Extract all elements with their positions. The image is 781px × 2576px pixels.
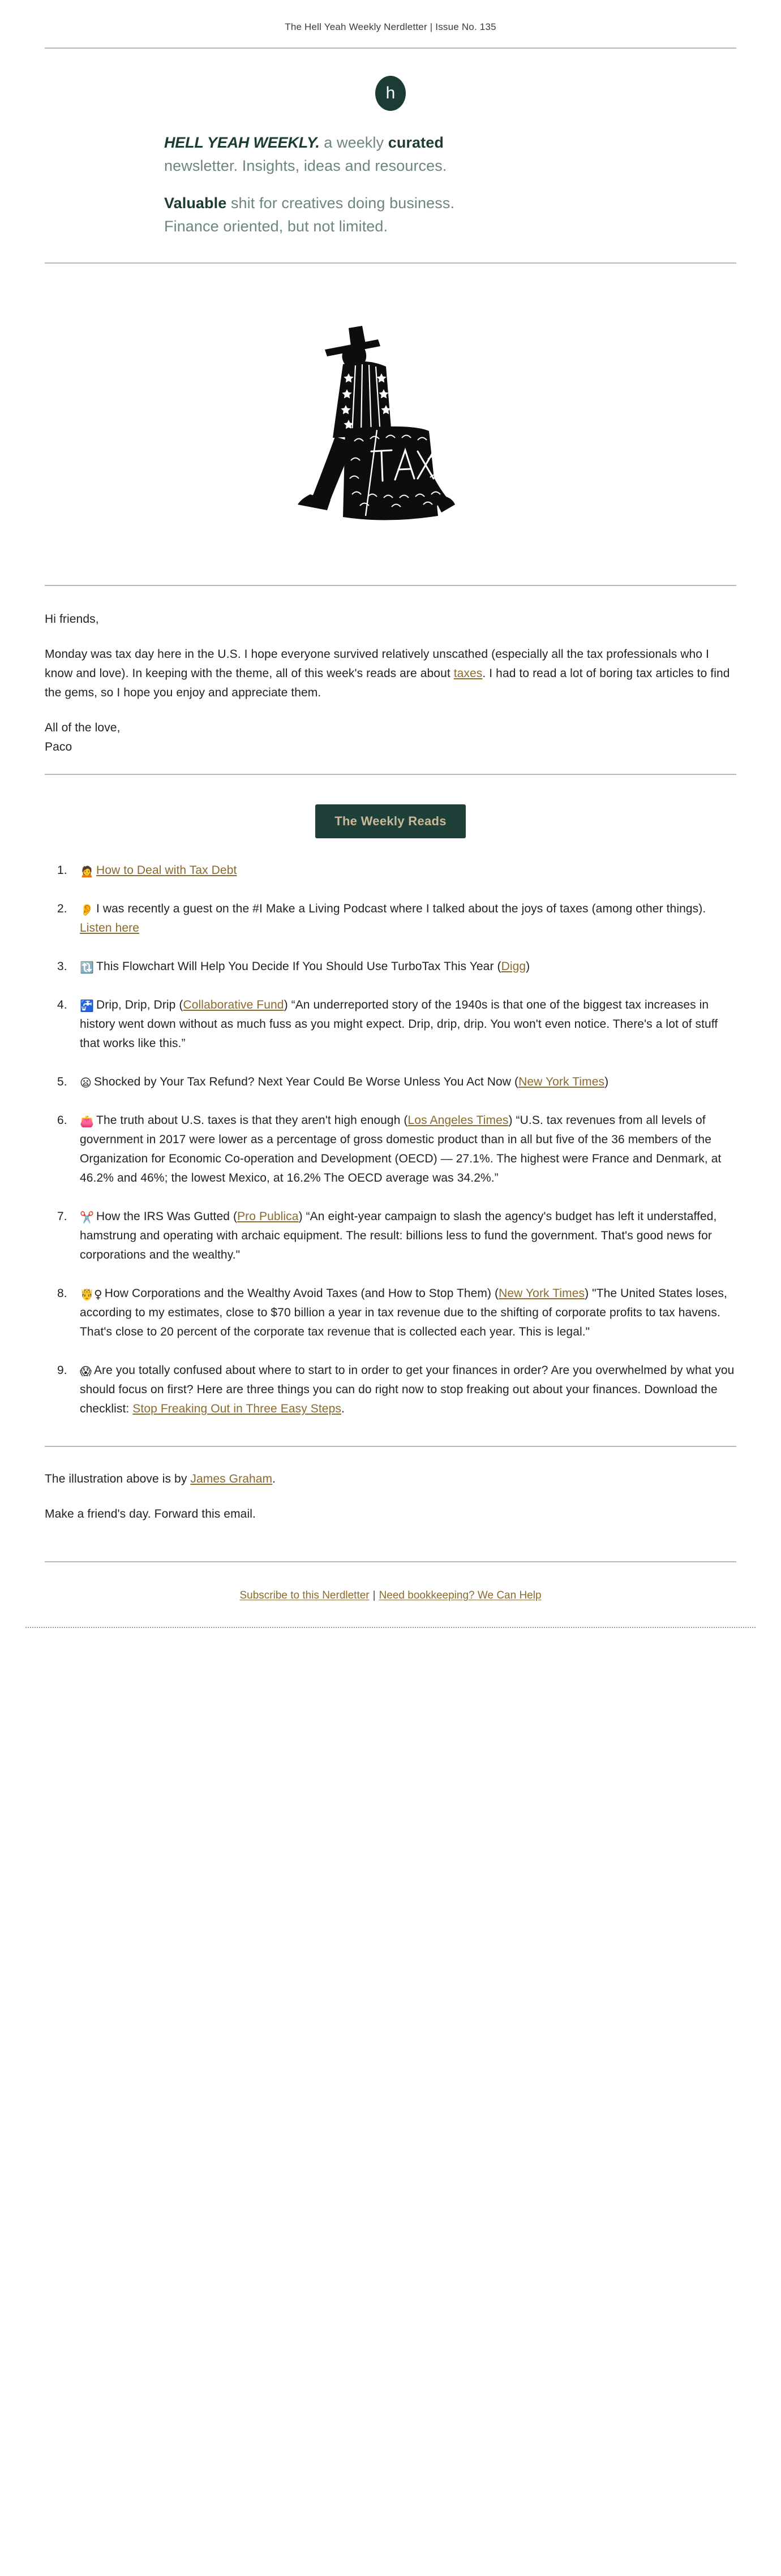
footer-separator: | [372,1589,376,1602]
tagline-line-1: HELL YEAH WEEKLY. a weekly curated [164,131,673,154]
read-link-6[interactable]: Los Angeles Times [408,1114,509,1127]
clockwise-vertical-arrows-icon: 🔃 [80,960,95,975]
tagline-rest-a: a weekly [319,134,388,151]
list-item: 😱 Are you totally confused about where to… [45,1361,736,1419]
tagline-line-3: Valuable shit for creatives doing busine… [164,192,673,215]
list-item: 🔃 This Flowchart Will Help You Decide If … [45,957,736,976]
divider-bottom-dotted [25,1627,756,1629]
read-text-3a: This Flowchart Will Help You Decide If Y… [96,960,501,973]
tagline-line-3-rest: shit for creatives doing business. [226,195,455,212]
subscribe-link[interactable]: Subscribe to this Nerdletter [239,1589,369,1601]
read-text-2a: I was recently a guest on the #I Make a … [96,902,706,916]
read-text-6a: The truth about U.S. taxes is that they … [96,1114,408,1127]
illustration-container [0,264,781,585]
list-item: 👛 The truth about U.S. taxes is that they… [45,1111,736,1188]
tagline-line-2: newsletter. Insights, ideas and resource… [164,157,447,174]
taxes-link[interactable]: taxes [454,667,483,680]
read-link-9[interactable]: Stop Freaking Out in Three Easy Steps [132,1402,341,1415]
footer-credits: The illustration above is by James Graha… [45,1447,736,1547]
greeting-text: Hi friends, [45,613,99,626]
list-item: 🤴♀ How Corporations and the Wealthy Avoid… [45,1284,736,1342]
person-frowning-icon: 🙍 [80,864,95,878]
intro-paragraph: Monday was tax day here in the U.S. I ho… [45,645,736,703]
read-link-8[interactable]: New York Times [499,1287,585,1300]
read-link-4[interactable]: Collaborative Fund [183,998,284,1011]
bookkeeping-link[interactable]: Need bookkeeping? We Can Help [379,1589,542,1601]
intro-section: Hi friends, Monday was tax day here in t… [45,586,736,774]
credit-suffix: . [272,1472,276,1486]
read-link-2[interactable]: Listen here [80,921,139,934]
footer-links: Subscribe to this Nerdletter | Need bookke… [0,1562,781,1627]
brand-name: HELL YEAH WEEKLY. [164,134,320,151]
anguished-face-icon: 😦 [80,1076,92,1090]
forward-prompt: Make a friend's day. Forward this email. [45,1507,256,1521]
signoff-line-2: Paco [45,740,72,754]
tagline-emphasis-valuable: Valuable [164,195,227,212]
newsletter-page: The Hell Yeah Weekly Nerdletter | Issue … [0,0,781,2576]
brand-logo-icon: h [375,76,406,111]
list-item: 😦 Shocked by Your Tax Refund? Next Year C… [45,1072,736,1092]
weekly-reads-list: 🙍 How to Deal with Tax Debt 👂 I was recent… [45,861,736,1419]
masthead-tagline: HELL YEAH WEEKLY. a weekly curated newsl… [108,131,673,262]
illustration-credit: The illustration above is by James Graha… [45,1470,736,1489]
signoff-line-1: All of the love, [45,721,121,735]
read-text-4a: Drip, Drip, Drip ( [96,998,183,1012]
weekly-reads-banner-container: The Weekly Reads [0,775,781,861]
logo-container: h [0,49,781,131]
screaming-face-icon: 😱 [80,1364,92,1379]
read-text-5b: ) [604,1075,609,1089]
potable-water-icon: 🚰 [80,999,95,1013]
read-text-5a: Shocked by Your Tax Refund? Next Year Co… [93,1075,519,1089]
list-item: 👂 I was recently a guest on the #I Make a… [45,899,736,938]
list-item: ✂️ How the IRS Was Gutted (Pro Publica) “… [45,1207,736,1265]
uncle-sam-with-tax-bag-illustration [266,300,515,549]
read-link-7[interactable]: Pro Publica [237,1210,299,1223]
scissors-icon: ✂️ [80,1211,95,1225]
read-link-3[interactable]: Digg [501,960,526,973]
masthead: h HELL YEAH WEEKLY. a weekly curated new… [0,49,781,262]
prince-female-sign-icon: 🤴♀ [80,1287,102,1302]
list-item: 🚰 Drip, Drip, Drip (Collaborative Fund) “… [45,996,736,1053]
read-text-3b: ) [526,960,530,973]
list-item: 🙍 How to Deal with Tax Debt [45,861,736,880]
tagline-line-4: Finance oriented, but not limited. [164,217,388,235]
tagline-emphasis-curated: curated [388,134,444,151]
read-text-9b: . [341,1402,345,1416]
illustrator-link[interactable]: James Graham [190,1472,272,1485]
ear-icon: 👂 [80,903,95,917]
credit-prefix: The illustration above is by [45,1472,191,1486]
read-link-1[interactable]: How to Deal with Tax Debt [96,864,237,877]
purse-icon: 👛 [80,1114,95,1128]
read-text-8a: How Corporations and the Wealthy Avoid T… [104,1287,499,1300]
read-link-5[interactable]: New York Times [518,1075,604,1088]
preheader-text: The Hell Yeah Weekly Nerdletter | Issue … [285,21,496,32]
read-text-7a: How the IRS Was Gutted ( [96,1210,238,1224]
signoff: All of the love, Paco [45,718,736,757]
weekly-reads-banner[interactable]: The Weekly Reads [315,804,466,839]
